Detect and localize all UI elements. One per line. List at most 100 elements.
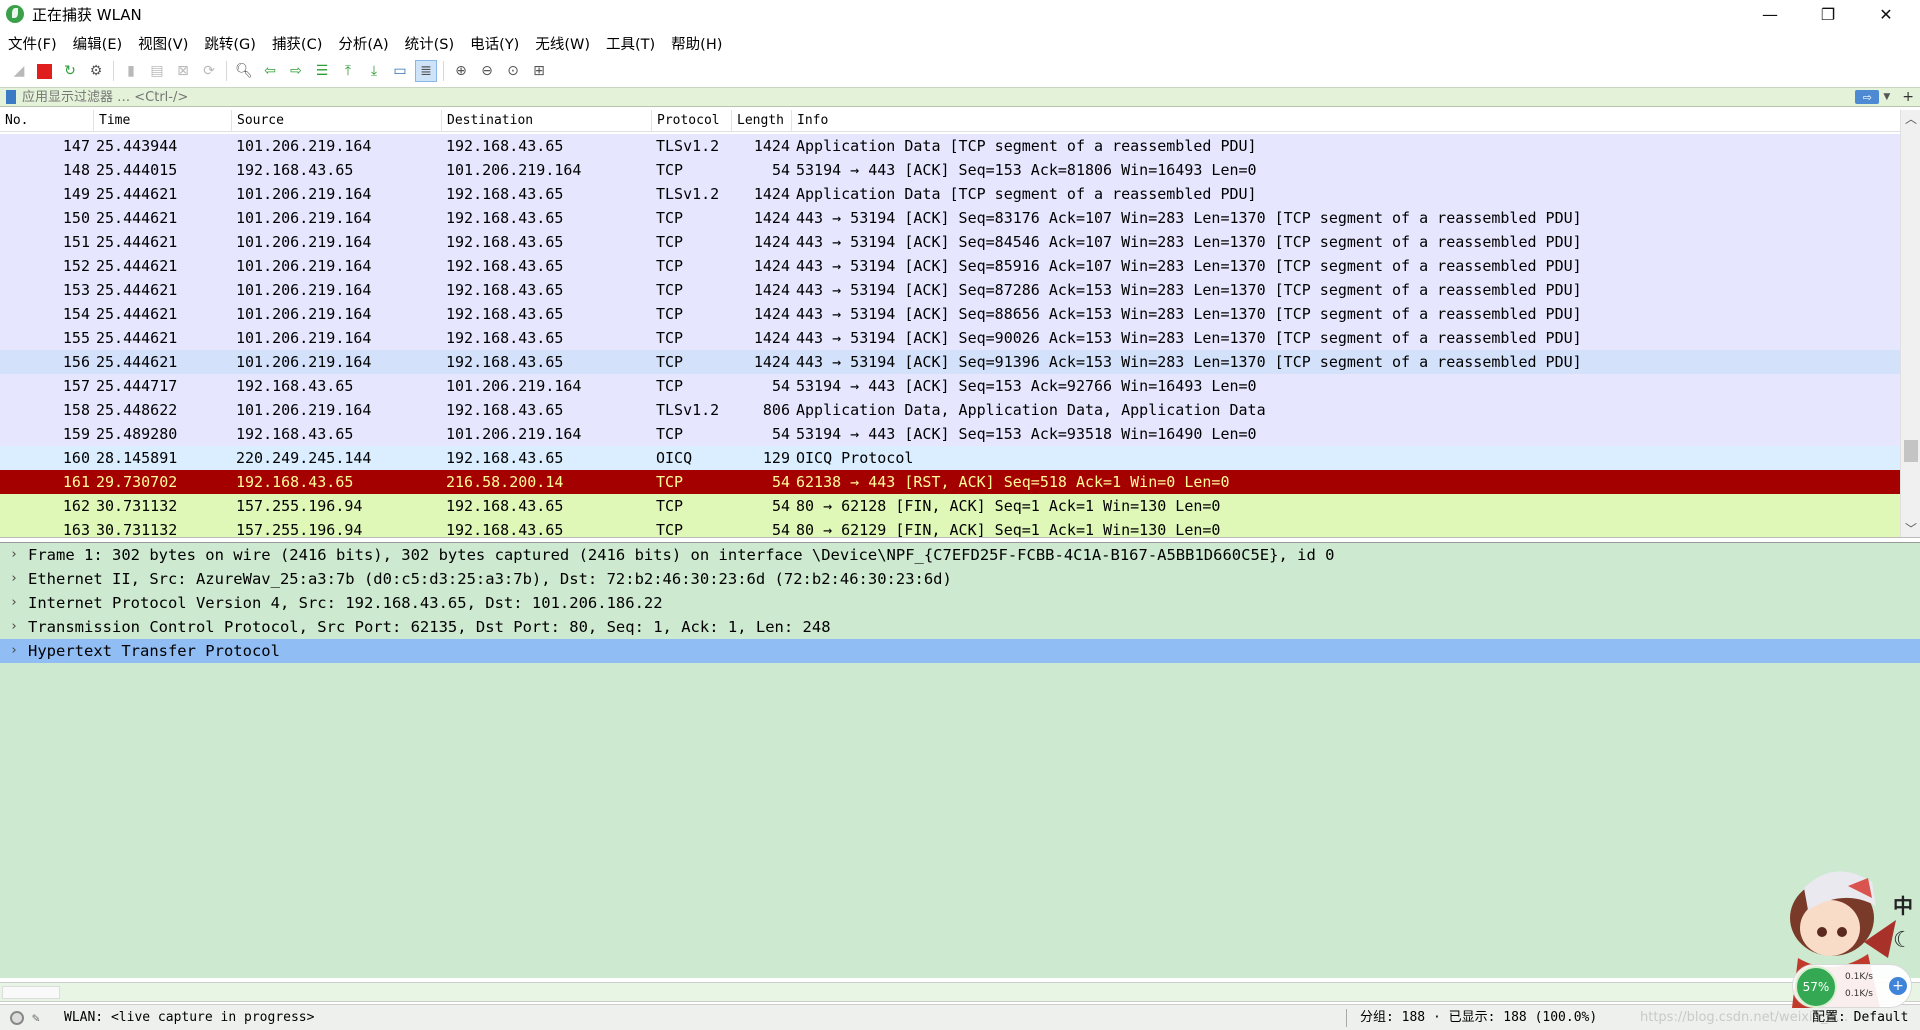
column-header-source[interactable]: Source	[232, 110, 442, 132]
auto-scroll-icon[interactable]: ▭	[389, 60, 411, 82]
display-filter-input[interactable]	[22, 88, 1856, 106]
packet-row[interactable]: 147 25.443944 101.206.219.164 192.168.43.65…	[0, 134, 1900, 158]
packet-row[interactable]: 162 30.731132 157.255.196.94 192.168.43.65 T…	[0, 494, 1900, 518]
go-back-icon[interactable]: ⇦	[259, 60, 281, 82]
column-header-length[interactable]: Length	[732, 110, 792, 132]
close-file-icon[interactable]: ⊠	[172, 60, 194, 82]
packet-cell-info: OICQ Protocol	[796, 449, 914, 467]
packet-row[interactable]: 151 25.444621 101.206.219.164 192.168.43.65…	[0, 230, 1900, 254]
detail-tree-item[interactable]: › Ethernet II, Src: AzureWav_25:a3:7b (d0…	[0, 567, 1920, 591]
menu-go[interactable]: 跳转(G)	[196, 33, 264, 54]
chevron-right-icon[interactable]: ›	[10, 591, 18, 615]
find-packet-icon[interactable]: 🔍︎	[233, 60, 255, 82]
colorize-icon[interactable]: ≣	[415, 60, 437, 82]
go-last-icon[interactable]: ⤓	[363, 60, 385, 82]
open-file-icon[interactable]: ▮	[120, 60, 142, 82]
detail-tree-item[interactable]: › Hypertext Transfer Protocol	[0, 639, 1920, 663]
apply-filter-arrow-icon[interactable]: ⇨	[1855, 90, 1880, 104]
zoom-out-icon[interactable]: ⊖	[476, 60, 498, 82]
packet-row[interactable]: 159 25.489280 192.168.43.65 101.206.219.164…	[0, 422, 1900, 446]
go-first-icon[interactable]: ⤒	[337, 60, 359, 82]
menu-analyze[interactable]: 分析(A)	[330, 33, 396, 54]
packet-cell-time: 30.731132	[96, 521, 178, 538]
scroll-down-icon[interactable]: ﹀	[1901, 520, 1920, 537]
zoom-in-icon[interactable]: ⊕	[450, 60, 472, 82]
detail-tree-item[interactable]: › Frame 1: 302 bytes on wire (2416 bits),…	[0, 543, 1920, 567]
menu-capture[interactable]: 捕获(C)	[264, 33, 330, 54]
menu-file[interactable]: 文件(F)	[0, 33, 65, 54]
column-header-no[interactable]: No.	[0, 110, 94, 132]
packet-cell-src: 101.206.219.164	[236, 257, 372, 275]
start-capture-icon[interactable]: ◢	[8, 60, 30, 82]
packet-cell-proto: TCP	[656, 233, 684, 251]
menu-tools[interactable]: 工具(T)	[598, 33, 663, 54]
filter-bookmark-icon[interactable]	[6, 90, 16, 104]
column-header-info[interactable]: Info	[792, 110, 1900, 132]
column-header-protocol[interactable]: Protocol	[652, 110, 732, 132]
packet-cell-src: 101.206.219.164	[236, 353, 372, 371]
packet-cell-time: 25.444621	[96, 209, 178, 227]
packet-cell-proto: OICQ	[656, 449, 693, 467]
chevron-right-icon[interactable]: ›	[10, 543, 18, 567]
add-filter-button[interactable]: +	[1902, 89, 1914, 105]
packet-row[interactable]: 150 25.444621 101.206.219.164 192.168.43.65…	[0, 206, 1900, 230]
packet-row[interactable]: 160 28.145891 220.249.245.144 192.168.43.65…	[0, 446, 1900, 470]
column-header-time[interactable]: Time	[94, 110, 232, 132]
packet-cell-len: 1424	[753, 137, 790, 155]
packet-cell-dst: 192.168.43.65	[446, 185, 564, 203]
chevron-right-icon[interactable]: ›	[10, 615, 18, 639]
stop-capture-icon[interactable]	[37, 63, 52, 79]
go-to-packet-icon[interactable]: ☰	[311, 60, 333, 82]
chevron-right-icon[interactable]: ›	[10, 567, 18, 591]
packet-row[interactable]: 148 25.444015 192.168.43.65 101.206.219.164…	[0, 158, 1900, 182]
capture-comment-icon[interactable]: ✎	[32, 1011, 46, 1026]
hscroll-thumb[interactable]	[2, 986, 60, 999]
packet-row[interactable]: 161 29.730702 192.168.43.65 216.58.200.14 TC…	[0, 470, 1900, 494]
packet-cell-proto: TCP	[656, 209, 684, 227]
menu-view[interactable]: 视图(V)	[130, 33, 196, 54]
menu-wireless[interactable]: 无线(W)	[527, 33, 598, 54]
capture-options-icon[interactable]: ⚙	[85, 60, 107, 82]
packet-cell-info: 80 → 62129 [FIN, ACK] Seq=1 Ack=1 Win=13…	[796, 521, 1221, 538]
expert-info-icon[interactable]	[10, 1010, 24, 1025]
scrollbar-thumb[interactable]	[1904, 440, 1918, 462]
save-file-icon[interactable]: ▤	[146, 60, 168, 82]
packet-row[interactable]: 156 25.444621 101.206.219.164 192.168.43.65…	[0, 350, 1900, 374]
menu-edit[interactable]: 编辑(E)	[65, 33, 130, 54]
zoom-normal-icon[interactable]: ⊙	[502, 60, 524, 82]
restart-capture-icon[interactable]: ↻	[59, 60, 81, 82]
packet-row[interactable]: 153 25.444621 101.206.219.164 192.168.43.65…	[0, 278, 1900, 302]
status-bar: ✎ WLAN: <live capture in progress> 分组: 1…	[0, 1004, 1920, 1030]
resize-columns-icon[interactable]: ⊞	[528, 60, 550, 82]
menu-help[interactable]: 帮助(H)	[663, 33, 730, 54]
network-speed-widget[interactable]: 57% 0.1K/s 0.1K/s +	[1792, 964, 1912, 1008]
packet-rows: 147 25.443944 101.206.219.164 192.168.43.65…	[0, 134, 1900, 538]
packet-row[interactable]: 158 25.448622 101.206.219.164 192.168.43.65…	[0, 398, 1900, 422]
display-filter-bar: ⇨ ▼ +	[0, 87, 1920, 107]
packet-row[interactable]: 155 25.444621 101.206.219.164 192.168.43.65…	[0, 326, 1900, 350]
reload-file-icon[interactable]: ⟳	[198, 60, 220, 82]
packet-cell-time: 25.444621	[96, 233, 178, 251]
packet-row[interactable]: 152 25.444621 101.206.219.164 192.168.43.65…	[0, 254, 1900, 278]
go-forward-icon[interactable]: ⇨	[285, 60, 307, 82]
packet-cell-no: 151	[62, 233, 90, 251]
packet-row[interactable]: 163 30.731132 157.255.196.94 192.168.43.65 T…	[0, 518, 1900, 538]
restore-button[interactable]: ❐	[1799, 0, 1857, 28]
packet-row[interactable]: 154 25.444621 101.206.219.164 192.168.43.65…	[0, 302, 1900, 326]
minimize-button[interactable]: —	[1741, 0, 1799, 28]
column-header-destination[interactable]: Destination	[442, 110, 652, 132]
status-divider	[1346, 1009, 1347, 1027]
packet-list-scrollbar[interactable]: ︿ ﹀	[1900, 110, 1920, 537]
packet-row[interactable]: 157 25.444717 192.168.43.65 101.206.219.164…	[0, 374, 1900, 398]
chevron-right-icon[interactable]: ›	[10, 639, 18, 663]
menu-telephony[interactable]: 电话(Y)	[462, 33, 527, 54]
packet-row[interactable]: 149 25.444621 101.206.219.164 192.168.43.65…	[0, 182, 1900, 206]
detail-tree-item[interactable]: › Transmission Control Protocol, Src Port…	[0, 615, 1920, 639]
scroll-up-icon[interactable]: ︿	[1901, 110, 1920, 128]
horizontal-scrollbar[interactable]	[0, 982, 1920, 1002]
menu-statistics[interactable]: 统计(S)	[397, 33, 463, 54]
filter-dropdown-icon[interactable]: ▼	[1883, 92, 1890, 102]
widget-plus-icon[interactable]: +	[1889, 977, 1907, 995]
close-button[interactable]: ✕	[1857, 0, 1915, 28]
detail-tree-item[interactable]: › Internet Protocol Version 4, Src: 192.1…	[0, 591, 1920, 615]
